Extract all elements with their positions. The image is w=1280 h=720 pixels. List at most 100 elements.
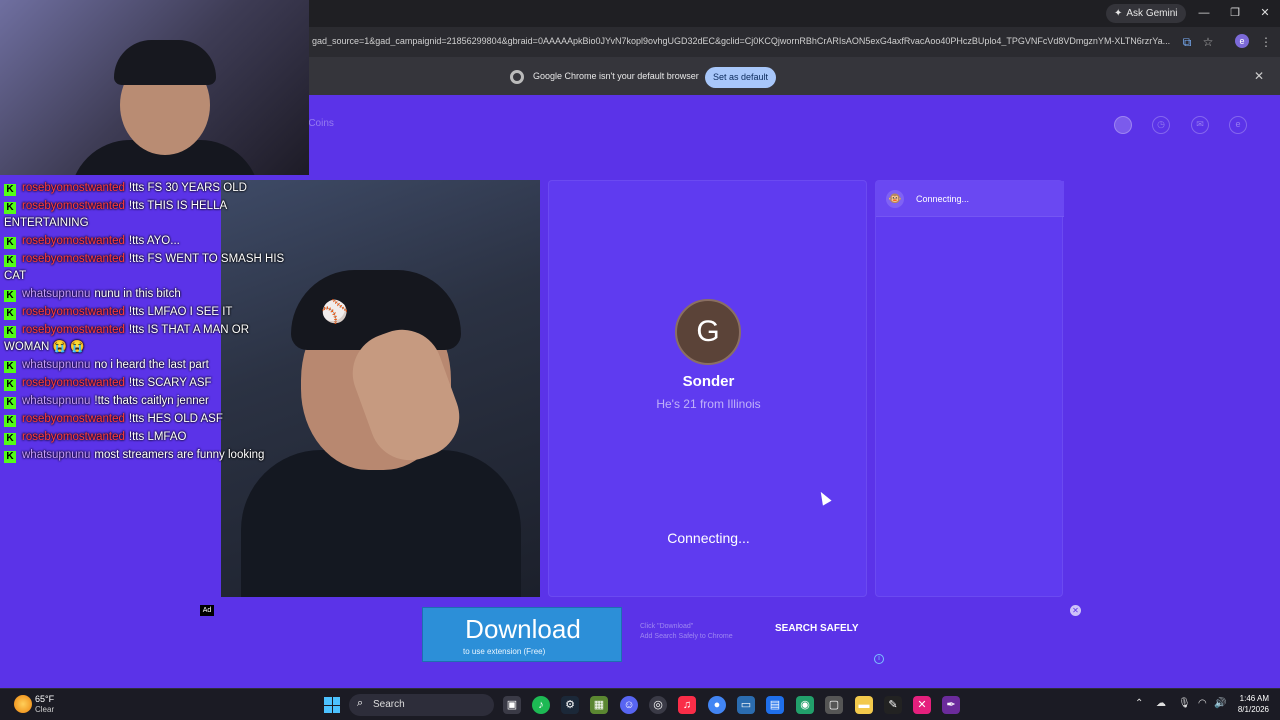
- chat-message: !tts FS 30 YEARS OLD: [128, 182, 247, 194]
- chat-line: Kwhatsupnunu !tts thats caitlyn jenner: [4, 393, 294, 410]
- chat-line: Krosebyomostwanted !tts FS 30 YEARS OLD: [4, 180, 294, 197]
- ad-label: Ad: [200, 605, 214, 616]
- chat-username: whatsupnunu: [22, 395, 91, 407]
- webcam-person-cap: [114, 40, 216, 85]
- chat-message: nunu in this bitch: [94, 288, 181, 300]
- match-panel: G Sonder He's 21 from Illinois Connectin…: [548, 180, 867, 597]
- chat-message: no i heard the last part: [94, 359, 209, 371]
- profile-avatar[interactable]: e: [1235, 34, 1249, 48]
- tray-cloud-icon[interactable]: ☁: [1156, 698, 1166, 709]
- kick-badge-icon: K: [4, 308, 16, 320]
- spotify-icon[interactable]: ♪: [532, 696, 550, 714]
- chat-line: Kwhatsupnunu most streamers are funny loo…: [4, 447, 294, 464]
- capcut-icon[interactable]: ✕: [913, 696, 931, 714]
- ad-download-button[interactable]: Download to use extension (Free): [422, 607, 622, 662]
- chat-line: Kwhatsupnunu nunu in this bitch: [4, 286, 294, 303]
- restore-window-icon[interactable]: ❐: [1227, 5, 1243, 21]
- windows-taskbar: 65°F Clear ⌕ Search ▣ ♪ ⚙ ▦ ☺ ◎ ♫ ● ▭ ▤ …: [0, 688, 1280, 720]
- peer-info: He's 21 from Illinois: [656, 397, 761, 411]
- chat-line: Krosebyomostwanted !tts HES OLD ASF: [4, 411, 294, 428]
- chat-username: rosebyomostwanted: [22, 324, 125, 336]
- set-as-default-button[interactable]: Set as default: [705, 67, 777, 88]
- wifi-icon[interactable]: ◠: [1198, 698, 1207, 709]
- taskbar-search[interactable]: ⌕ Search: [349, 694, 494, 716]
- chat-line: Krosebyomostwanted !tts IS THAT A MAN OR …: [4, 322, 294, 356]
- infobar-message: Google Chrome isn't your default browser: [533, 71, 699, 81]
- start-button-icon[interactable]: [324, 697, 340, 713]
- ad-close-icon[interactable]: ✕: [1070, 605, 1081, 616]
- search-label: Search: [373, 699, 405, 710]
- peer-avatar: G: [675, 299, 741, 365]
- minecraft-icon[interactable]: ▦: [590, 696, 608, 714]
- chat-username: rosebyomostwanted: [22, 377, 125, 389]
- chat-message: most streamers are funny looking: [94, 449, 265, 461]
- browser-menu-icon[interactable]: ⋮: [1258, 34, 1274, 50]
- chat-username: whatsupnunu: [22, 288, 91, 300]
- chat-username: rosebyomostwanted: [22, 413, 125, 425]
- user-avatar-icon[interactable]: [1114, 116, 1132, 134]
- file-explorer-icon[interactable]: ▬: [855, 696, 873, 714]
- xbox-icon[interactable]: ◉: [796, 696, 814, 714]
- chat-message: !tts LMFAO: [128, 431, 187, 443]
- chat-message: !tts HES OLD ASF: [128, 413, 223, 425]
- kick-badge-icon: K: [4, 379, 16, 391]
- header-profile-icon[interactable]: e: [1229, 116, 1247, 134]
- extension-icon[interactable]: ⧉: [1179, 34, 1195, 50]
- chat-line: Kwhatsupnunu no i heard the last part: [4, 357, 294, 374]
- clock-time[interactable]: 1:46 AM: [1237, 694, 1269, 703]
- chat-line: Krosebyomostwanted !tts LMFAO: [4, 429, 294, 446]
- app-grey-icon[interactable]: ▢: [825, 696, 843, 714]
- chat-panel: 🐵 Connecting...: [875, 180, 1064, 597]
- gemini-sparkle-icon: ✦: [1114, 8, 1123, 19]
- steam-icon[interactable]: ⚙: [561, 696, 579, 714]
- chat-username: rosebyomostwanted: [22, 182, 125, 194]
- ad-step-2: Add Search Safely to Chrome: [640, 633, 733, 640]
- ad-info-icon[interactable]: i: [874, 654, 884, 664]
- history-clock-icon[interactable]: ◷: [1152, 116, 1170, 134]
- tray-chevron-up-icon[interactable]: ⌃: [1135, 698, 1143, 709]
- ask-gemini-label: Ask Gemini: [1126, 8, 1178, 19]
- weather-temperature: 65°F: [35, 694, 55, 704]
- minimize-window-icon[interactable]: —: [1196, 5, 1212, 21]
- close-window-icon[interactable]: ✕: [1257, 5, 1273, 21]
- music-app-icon[interactable]: ♫: [678, 696, 696, 714]
- video-person-body: [241, 450, 521, 597]
- task-view-icon[interactable]: ▣: [503, 696, 521, 714]
- kick-badge-icon: K: [4, 255, 16, 267]
- chat-username: whatsupnunu: [22, 449, 91, 461]
- app-window-icon[interactable]: ▭: [737, 696, 755, 714]
- messages-icon[interactable]: ✉: [1191, 116, 1209, 134]
- ask-gemini-button[interactable]: ✦ Ask Gemini: [1106, 4, 1186, 23]
- microphone-icon[interactable]: 🎙: [1178, 698, 1191, 709]
- peer-name: Sonder: [682, 373, 735, 390]
- infobar-close-icon[interactable]: ✕: [1254, 69, 1264, 83]
- store-icon[interactable]: ▤: [766, 696, 784, 714]
- chat-message: !tts LMFAO I SEE IT: [128, 306, 233, 318]
- chat-username: rosebyomostwanted: [22, 306, 125, 318]
- ad-steps: Click "Download" Add Search Safely to Ch…: [640, 622, 733, 642]
- discord-icon[interactable]: ☺: [620, 696, 638, 714]
- chat-message: !tts SCARY ASF: [128, 377, 212, 389]
- editor-icon[interactable]: ✎: [884, 696, 902, 714]
- ad-brand[interactable]: SEARCH SAFELY: [775, 624, 859, 634]
- kick-badge-icon: K: [4, 202, 16, 214]
- chat-header: 🐵 Connecting...: [876, 181, 1064, 217]
- chat-username: rosebyomostwanted: [22, 253, 125, 265]
- search-icon: ⌕: [357, 697, 364, 709]
- chat-line: Krosebyomostwanted !tts FS WENT TO SMASH …: [4, 251, 294, 285]
- chat-username: rosebyomostwanted: [22, 200, 125, 212]
- pen-tool-icon[interactable]: ✒: [942, 696, 960, 714]
- kick-badge-icon: K: [4, 397, 16, 409]
- url-field[interactable]: gad_source=1&gad_campaignid=21856299804&…: [312, 36, 1172, 46]
- connection-status: Connecting...: [667, 530, 750, 546]
- kick-badge-icon: K: [4, 290, 16, 302]
- cap-logo-icon: ⚾: [321, 300, 349, 325]
- ad-step-1: Click "Download": [640, 623, 694, 630]
- clock-date[interactable]: 8/1/2026: [1232, 705, 1269, 714]
- bookmark-star-icon[interactable]: ☆: [1200, 34, 1216, 50]
- app-circle-icon[interactable]: ◎: [649, 696, 667, 714]
- weather-moon-icon[interactable]: [14, 695, 32, 713]
- volume-icon[interactable]: 🔊: [1214, 698, 1226, 709]
- chrome-logo-icon: [510, 70, 524, 84]
- chrome-taskbar-icon[interactable]: ●: [708, 696, 726, 714]
